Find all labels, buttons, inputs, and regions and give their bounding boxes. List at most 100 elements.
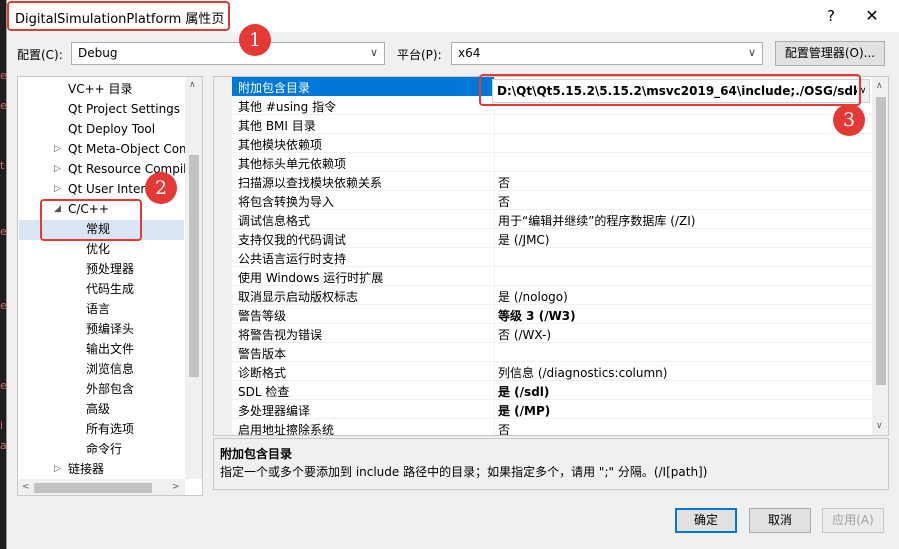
column-separator (494, 305, 495, 324)
ok-button[interactable]: 确定 (675, 508, 737, 533)
grid-gutter (214, 77, 232, 435)
annotation-box-title (7, 1, 230, 31)
property-name: 将包含转换为导入 (238, 195, 335, 209)
column-separator (494, 400, 495, 419)
grid-scroll-thumb[interactable] (876, 97, 886, 385)
apply-button[interactable]: 应用(A) (822, 508, 884, 533)
description-text: 指定一个或多个要添加到 include 路径中的目录；如果指定多个，请用 ";"… (220, 465, 708, 479)
column-separator (494, 134, 495, 153)
tree-item-browse-information[interactable]: 浏览信息 (86, 359, 134, 379)
column-separator (494, 362, 495, 381)
property-name: 其他 #using 指令 (238, 100, 337, 114)
property-row[interactable]: 诊断格式 列信息 (/diagnostics:column) (232, 362, 872, 381)
annotation-box-value (479, 74, 861, 106)
property-row[interactable]: 启用地址擦除系统 否 (232, 419, 872, 436)
tree-horizontal-scrollbar[interactable]: < > (18, 479, 185, 495)
property-name: 警告版本 (238, 347, 287, 361)
tree-vertical-scrollbar[interactable]: ∧ (185, 77, 202, 479)
property-name: 附加包含目录 (238, 81, 311, 95)
tree-item-output-files[interactable]: 输出文件 (86, 339, 134, 359)
property-row[interactable]: 支持仅我的代码调试 是 (/JMC) (232, 229, 872, 248)
tree-item-linker[interactable]: ▷ 链接器 (54, 459, 105, 479)
property-row[interactable]: 将包含转换为导入 否 (232, 191, 872, 210)
tree-item-vc-directories[interactable]: VC++ 目录 (68, 79, 133, 99)
tree-scroll-thumb[interactable] (189, 155, 199, 377)
property-name: 取消显示启动版权标志 (238, 290, 359, 304)
property-row[interactable]: 其他模块依赖项 (232, 134, 872, 153)
description-title: 附加包含目录 (220, 447, 293, 461)
property-row[interactable]: 调试信息格式 用于“编辑并继续”的程序数据库 (/ZI) (232, 210, 872, 229)
property-name: 支持仅我的代码调试 (238, 233, 347, 247)
property-row[interactable]: 其他标头单元依赖项 (232, 153, 872, 172)
property-value: 是 (/sdl) (498, 385, 550, 399)
column-separator (494, 191, 495, 210)
tree-hscroll-thumb[interactable] (34, 483, 152, 493)
tree-item-preprocessor[interactable]: 预处理器 (86, 259, 134, 279)
tree-item-optimization[interactable]: 优化 (86, 239, 110, 259)
property-row[interactable]: 多处理器编译 是 (/MP) (232, 400, 872, 419)
property-row[interactable]: 警告等级 等级 3 (/W3) (232, 305, 872, 324)
expand-arrow-icon[interactable]: ▷ (54, 459, 61, 479)
property-row[interactable]: 将警告视为错误 否 (/WX-) (232, 324, 872, 343)
scroll-up-icon[interactable]: ∧ (189, 80, 196, 90)
config-manager-button[interactable]: 配置管理器(O)... (775, 41, 885, 66)
column-separator (494, 343, 495, 362)
tree-item-qt-deploy-tool[interactable]: Qt Deploy Tool (68, 119, 155, 139)
property-value: 用于“编辑并继续”的程序数据库 (/ZI) (498, 214, 696, 228)
expand-arrow-icon[interactable]: ▷ (54, 159, 61, 179)
tree-item-language[interactable]: 语言 (86, 299, 110, 319)
close-icon: ✕ (865, 6, 879, 25)
property-value: 是 (/MP) (498, 404, 551, 418)
property-row[interactable]: 扫描源以查找模块依赖关系 否 (232, 172, 872, 191)
annotation-badge-3: 3 (833, 104, 865, 136)
tree-item-qt-meta-object[interactable]: ▷ Qt Meta-Object Com (54, 139, 191, 159)
tree-item-qt-project-settings[interactable]: Qt Project Settings (68, 99, 180, 119)
grid-vertical-scrollbar[interactable]: ∧ ∨ (872, 77, 888, 435)
annotation-badge-1: 1 (239, 24, 271, 56)
property-row[interactable]: 取消显示启动版权标志 是 (/nologo) (232, 286, 872, 305)
help-button[interactable]: ? (819, 4, 843, 28)
description-panel: 附加包含目录 指定一个或多个要添加到 include 路径中的目录；如果指定多个… (213, 438, 889, 490)
property-pages-dialog: DigitalSimulationPlatform 属性页 ? ✕ 配置(C):… (6, 0, 899, 549)
tree-item-all-options[interactable]: 所有选项 (86, 419, 134, 439)
scroll-right-icon[interactable]: > (172, 482, 180, 492)
tree-item-precompiled-headers[interactable]: 预编译头 (86, 319, 134, 339)
tree-item-qt-user-interface[interactable]: ▷ Qt User Interf (54, 179, 150, 199)
column-separator (494, 210, 495, 229)
tree-item-code-generation[interactable]: 代码生成 (86, 279, 134, 299)
tree-item-label: 链接器 (68, 462, 105, 476)
property-value: 否 (498, 423, 511, 436)
expand-arrow-icon[interactable]: ▷ (54, 139, 61, 159)
property-name: 启用地址擦除系统 (238, 423, 335, 436)
column-separator (494, 172, 495, 191)
tree-item-command-line[interactable]: 命令行 (86, 439, 122, 459)
config-label: 配置(C): (17, 48, 63, 62)
property-row[interactable]: SDL 检查 是 (/sdl) (232, 381, 872, 400)
property-name: 扫描源以查找模块依赖关系 (238, 176, 383, 190)
scroll-left-icon[interactable]: < (22, 482, 30, 492)
column-separator (494, 115, 495, 134)
config-select[interactable]: Debug ∨ (71, 42, 385, 65)
chevron-down-icon: ∨ (747, 46, 756, 59)
column-separator (494, 286, 495, 305)
property-row[interactable]: 公共语言运行时支持 (232, 248, 872, 267)
tree-item-external-includes[interactable]: 外部包含 (86, 379, 134, 399)
tree-item-qt-resource-compiler[interactable]: ▷ Qt Resource Compile (54, 159, 194, 179)
property-row[interactable]: 使用 Windows 运行时扩展 (232, 267, 872, 286)
property-grid: 附加包含目录其他 #using 指令 其他 BMI 目录 其他模块依赖项 其他标头单元… (213, 76, 889, 436)
tree-item-label: Qt Meta-Object Com (68, 142, 191, 156)
scroll-down-icon[interactable]: ∨ (876, 421, 883, 431)
property-tree: VC++ 目录 Qt Project Settings Qt Deploy To… (17, 76, 203, 496)
property-name: 调试信息格式 (238, 214, 311, 228)
property-row[interactable]: 警告版本 (232, 343, 872, 362)
property-name: 警告等级 (238, 309, 287, 323)
tree-item-advanced[interactable]: 高级 (86, 399, 110, 419)
scroll-up-icon[interactable]: ∧ (876, 81, 883, 91)
property-value: 等级 3 (/W3) (498, 309, 576, 323)
annotation-box-tree (40, 199, 142, 241)
cancel-button[interactable]: 取消 (749, 508, 811, 533)
platform-select[interactable]: x64 ∨ (451, 42, 763, 65)
expand-arrow-icon[interactable]: ▷ (54, 179, 61, 199)
property-row[interactable]: 其他 BMI 目录 (232, 115, 872, 134)
close-button[interactable]: ✕ (857, 4, 887, 28)
